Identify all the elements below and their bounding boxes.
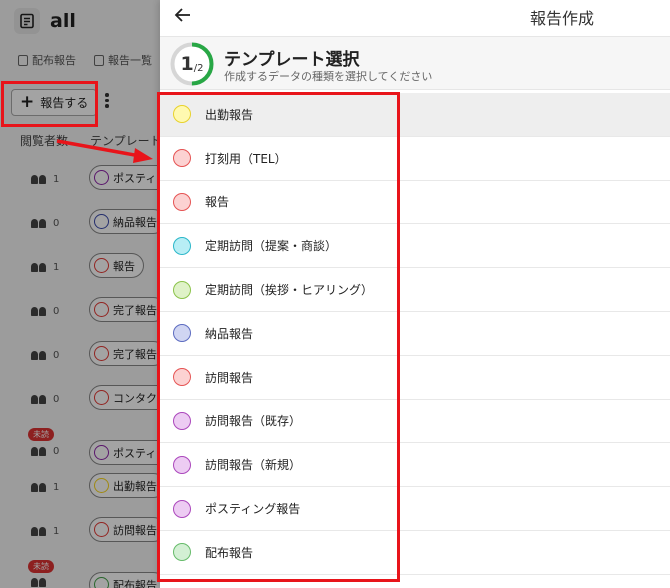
step-title: テンプレート選択 [224,50,360,70]
panel-title: 報告作成 [530,9,595,28]
step-total: /2 [193,62,204,74]
annotation-box-add-button [1,81,98,127]
panel-topbar: 報告作成 [160,0,670,36]
step-header: 1/2 テンプレート選択 作成するデータの種類を選択してください [160,36,670,90]
annotation-box-template-list [157,92,400,582]
step-counter: 1/2 [169,41,215,87]
step-subtitle: 作成するデータの種類を選択してください [224,70,433,83]
step-current: 1 [180,53,194,75]
back-arrow-icon[interactable] [172,4,194,26]
